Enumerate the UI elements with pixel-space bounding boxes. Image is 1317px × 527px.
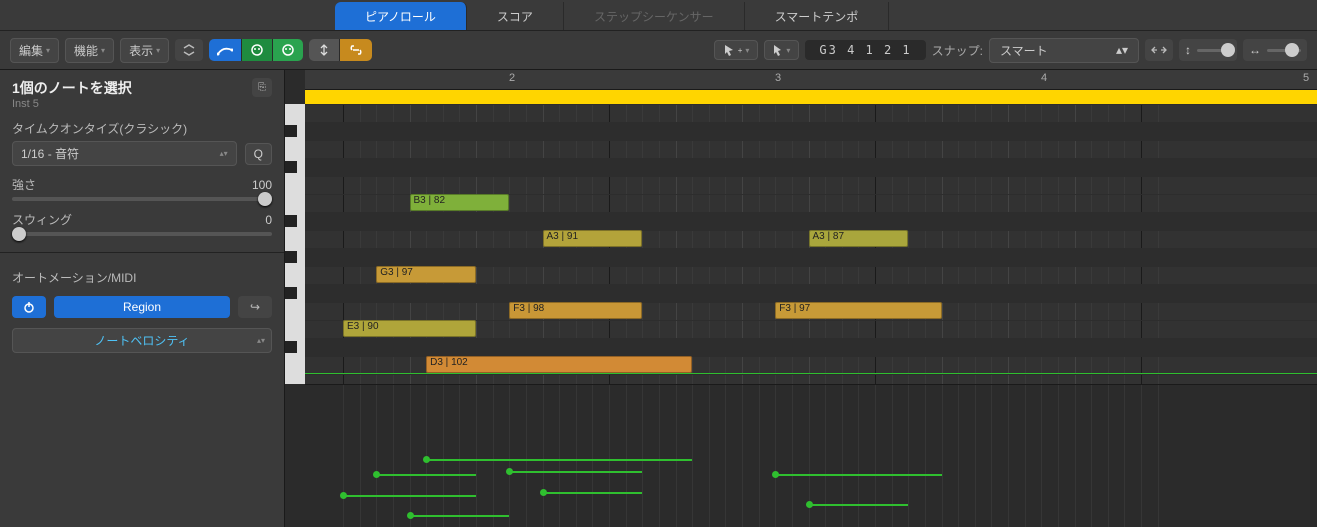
link-group <box>309 39 372 61</box>
midi-note[interactable]: F3 | 98 <box>509 302 642 319</box>
piano-keyboard[interactable] <box>285 104 305 384</box>
divider <box>0 252 284 253</box>
velocity-line[interactable] <box>775 474 941 476</box>
automation-label: オートメーション/MIDI <box>12 269 272 286</box>
quantize-select[interactable]: 1/16 - 音符▴▾ <box>12 141 237 166</box>
strength-label: 強さ <box>12 176 36 193</box>
pointer-tool[interactable]: +▾ <box>714 40 759 60</box>
position-readout: G3 4 1 2 1 <box>805 40 925 60</box>
midi-note[interactable]: G3 | 97 <box>376 266 476 283</box>
midi-note[interactable]: A3 | 87 <box>809 230 909 247</box>
velocity-handle[interactable] <box>806 501 813 508</box>
ruler-mark: 4 <box>1041 72 1047 84</box>
selection-track: Inst 5 <box>12 98 132 110</box>
selection-title: 1個のノートを選択 <box>12 78 132 98</box>
snap-edges-icon[interactable] <box>1145 39 1173 61</box>
velocity-line[interactable] <box>343 495 476 497</box>
view-tabs: ピアノロール スコア ステップシーケンサー スマートテンポ <box>0 0 1317 30</box>
functions-menu[interactable]: 機能▾ <box>65 38 114 63</box>
midi-note[interactable]: B3 | 82 <box>410 194 510 211</box>
tab-piano-roll[interactable]: ピアノロール <box>335 2 467 30</box>
horizontal-zoom[interactable]: ↔ <box>1243 39 1307 61</box>
midi-note[interactable]: D3 | 102 <box>426 356 692 373</box>
midi-tool-group <box>209 39 303 61</box>
velocity-line[interactable] <box>543 492 643 494</box>
region-button[interactable]: Region <box>54 296 230 318</box>
velocity-handle[interactable] <box>373 471 380 478</box>
black-key[interactable] <box>285 215 297 227</box>
link-icon[interactable] <box>340 39 372 61</box>
velocity-line[interactable] <box>809 504 909 506</box>
black-key[interactable] <box>285 125 297 137</box>
black-key[interactable] <box>285 287 297 299</box>
velocity-handle[interactable] <box>506 468 513 475</box>
piano-roll-editor: 2 3 4 5 B3 | 82 A3 | 91 A3 | 87 G3 | 97 F3 | 98… <box>285 70 1317 527</box>
midi-note[interactable]: A3 | 91 <box>543 230 643 247</box>
alt-tool[interactable]: ▾ <box>764 40 799 60</box>
midi-note[interactable]: E3 | 90 <box>343 320 476 337</box>
velocity-handle[interactable] <box>772 471 779 478</box>
velocity-line[interactable] <box>426 459 692 461</box>
velocity-handle[interactable] <box>407 512 414 519</box>
midi-note[interactable]: F3 | 97 <box>775 302 941 319</box>
midi-in-icon[interactable] <box>242 39 273 61</box>
selection-header: 1個のノートを選択 Inst 5 ⎘ <box>12 78 272 110</box>
tab-smart-tempo[interactable]: スマートテンポ <box>745 2 890 30</box>
snap-label: スナップ: <box>932 42 983 59</box>
note-grid[interactable]: B3 | 82 A3 | 91 A3 | 87 G3 | 97 F3 | 98 F3 | … <box>305 104 1317 384</box>
strength-slider[interactable] <box>12 197 272 201</box>
velocity-line[interactable] <box>509 471 642 473</box>
ruler-mark: 2 <box>509 72 515 84</box>
quantize-apply-button[interactable]: Q <box>245 143 272 165</box>
swing-label: スウィング <box>12 211 72 228</box>
quantize-label: タイムクオンタイズ(クラシック) <box>12 120 272 137</box>
velocity-handle[interactable] <box>540 489 547 496</box>
automation-power-button[interactable] <box>12 296 46 318</box>
midi-draw-tool-icon[interactable] <box>209 39 242 61</box>
vertical-zoom[interactable]: ↕ <box>1179 39 1237 61</box>
tab-score[interactable]: スコア <box>467 2 564 30</box>
automation-next-icon[interactable]: ↪ <box>238 296 272 318</box>
black-key[interactable] <box>285 161 297 173</box>
timeline-ruler[interactable]: 2 3 4 5 <box>305 70 1317 90</box>
swing-value: 0 <box>265 213 272 227</box>
midi-out-icon[interactable] <box>273 39 303 61</box>
velocity-handle[interactable] <box>423 456 430 463</box>
catch-playhead-icon[interactable] <box>309 39 340 61</box>
snap-select[interactable]: スマート▴▾ <box>989 38 1139 63</box>
black-key[interactable] <box>285 341 297 353</box>
main: 1個のノートを選択 Inst 5 ⎘ タイムクオンタイズ(クラシック) 1/16… <box>0 70 1317 527</box>
view-menu[interactable]: 表示▾ <box>120 38 169 63</box>
inspector-sidebar: 1個のノートを選択 Inst 5 ⎘ タイムクオンタイズ(クラシック) 1/16… <box>0 70 285 527</box>
strength-value: 100 <box>252 178 272 192</box>
swing-slider[interactable] <box>12 232 272 236</box>
tab-step-sequencer: ステップシーケンサー <box>564 2 745 30</box>
ruler-mark: 5 <box>1303 72 1309 84</box>
black-key[interactable] <box>285 251 297 263</box>
velocity-line[interactable] <box>410 515 510 517</box>
velocity-lane[interactable] <box>305 384 1317 527</box>
automation-param-select[interactable]: ノートベロシティ▴▾ <box>12 328 272 353</box>
inspector-toggle-icon[interactable]: ⎘ <box>252 78 272 97</box>
velocity-handle[interactable] <box>340 492 347 499</box>
collapse-icon[interactable] <box>175 39 203 61</box>
region-strip[interactable] <box>305 90 1317 104</box>
toolbar: 編集▾ 機能▾ 表示▾ +▾ ▾ G3 4 1 2 1 スナップ: スマート▴▾… <box>0 30 1317 70</box>
edit-menu[interactable]: 編集▾ <box>10 38 59 63</box>
velocity-line[interactable] <box>376 474 476 476</box>
ruler-mark: 3 <box>775 72 781 84</box>
